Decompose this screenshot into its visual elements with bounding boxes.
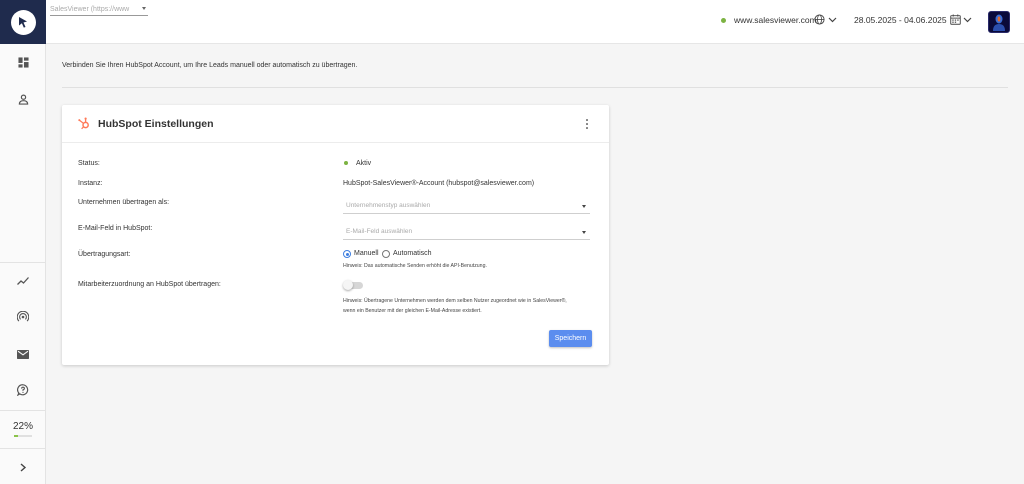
mail-icon — [17, 349, 29, 359]
email-field-label: E-Mail-Feld in HubSpot: — [78, 225, 153, 232]
date-range-label[interactable]: 28.05.2025 - 04.06.2025 — [854, 15, 947, 25]
hubspot-logo-icon — [78, 117, 89, 130]
mapping-hint-line-1: Hinweis: Übertragene Unternehmen werden … — [343, 298, 567, 304]
avatar-image-icon — [993, 14, 1005, 31]
email-field-select[interactable]: E-Mail-Feld auswählen — [343, 225, 590, 240]
radio-manual[interactable] — [343, 250, 351, 258]
save-button[interactable]: Speichern — [549, 330, 592, 347]
user-icon — [18, 94, 28, 105]
sidebar-item-mail[interactable] — [0, 336, 46, 372]
intro-divider — [62, 87, 1008, 88]
tracking-status-dot — [721, 18, 726, 23]
dashboard-icon — [17, 56, 29, 68]
hubspot-settings-card: HubSpot Einstellungen Status: Aktiv Inst… — [62, 105, 609, 365]
sidebar-item-help[interactable] — [0, 372, 46, 408]
chevron-down-icon[interactable] — [828, 17, 837, 23]
status-value: Aktiv — [356, 160, 372, 167]
caret-down-icon — [142, 7, 146, 10]
sidebar-expand-button[interactable] — [0, 449, 46, 484]
chevron-right-icon — [20, 462, 27, 472]
logo-mark-icon — [10, 9, 36, 35]
chevron-down-icon[interactable] — [963, 17, 972, 23]
email-field-placeholder: E-Mail-Feld auswählen — [346, 228, 413, 235]
quota-bar-fill — [14, 435, 18, 437]
user-avatar[interactable] — [988, 11, 1010, 33]
status-active-dot — [344, 161, 348, 165]
sidebar-divider — [0, 410, 46, 411]
card-header: HubSpot Einstellungen — [62, 105, 609, 143]
company-type-label: Unternehmen übertragen als: — [78, 199, 170, 206]
more-options-icon[interactable] — [585, 119, 589, 129]
card-title: HubSpot Einstellungen — [98, 118, 214, 130]
account-select[interactable]: SalesViewer (https://www — [50, 4, 148, 16]
radio-automatic-label[interactable]: Automatisch — [393, 250, 432, 257]
instance-label: Instanz: — [78, 180, 103, 187]
calendar-icon[interactable] — [950, 14, 961, 25]
domain-label: www.salesviewer.com — [734, 15, 817, 25]
quota-indicator: 22% — [0, 412, 46, 446]
sidebar-item-dashboard[interactable] — [0, 44, 46, 80]
top-header: SalesViewer (https://www www.salesviewer… — [46, 0, 1024, 44]
sidebar-item-user[interactable] — [0, 81, 46, 117]
toggle-knob — [343, 280, 353, 290]
company-type-placeholder: Unternehmenstyp auswählen — [346, 202, 431, 209]
company-type-select[interactable]: Unternehmenstyp auswählen — [343, 199, 590, 214]
employee-mapping-label: Mitarbeiterzuordnung an HubSpot übertrag… — [78, 281, 221, 288]
caret-down-icon — [582, 231, 586, 234]
trend-chart-icon — [17, 277, 29, 285]
account-select-value: SalesViewer (https://www — [50, 6, 130, 13]
app-logo[interactable] — [0, 0, 46, 44]
help-bubble-icon — [17, 384, 29, 396]
quota-bar — [14, 435, 32, 437]
transfer-hint: Hinweis: Das automatische Senden erhöht … — [343, 263, 487, 269]
mapping-hint-line-2: wenn ein Benutzer mit der gleichen E-Mai… — [343, 308, 482, 314]
status-label: Status: — [78, 160, 100, 167]
broadcast-icon — [17, 311, 29, 322]
radio-automatic[interactable] — [382, 250, 390, 258]
sidebar-item-broadcast[interactable] — [0, 299, 46, 335]
employee-mapping-toggle[interactable] — [343, 280, 364, 290]
caret-down-icon — [582, 205, 586, 208]
instance-value: HubSpot-SalesViewer®-Account (hubspot@sa… — [343, 180, 535, 187]
sidebar-item-trends[interactable] — [0, 263, 46, 299]
globe-icon[interactable] — [814, 14, 825, 25]
radio-manual-label[interactable]: Manuell — [354, 250, 379, 257]
intro-text: Verbinden Sie Ihren HubSpot Account, um … — [62, 62, 358, 69]
quota-label: 22% — [12, 421, 33, 432]
transfer-type-label: Übertragungsart: — [78, 251, 131, 258]
sidebar: 22% — [0, 0, 46, 484]
